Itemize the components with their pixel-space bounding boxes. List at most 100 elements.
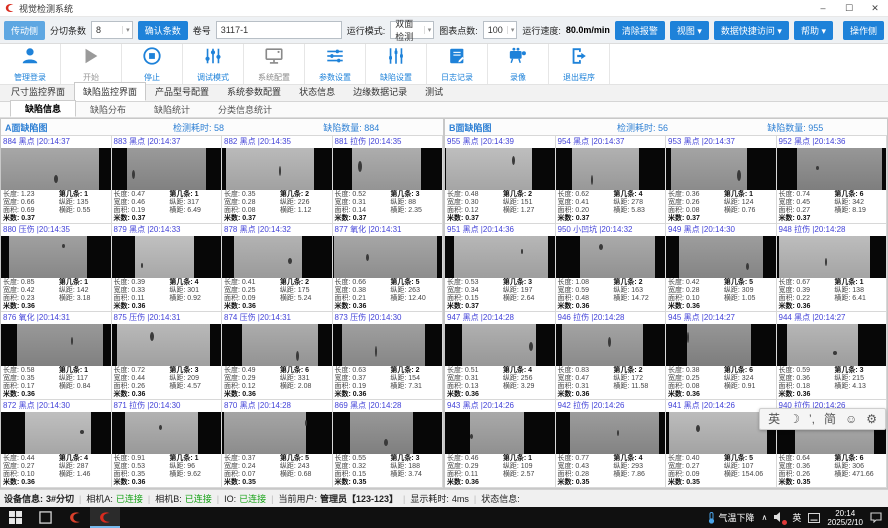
tab-main-6[interactable]: 边缘数据记录 xyxy=(344,82,416,101)
clear-alarm-button[interactable]: 清除报警 xyxy=(615,21,665,40)
operator-side-button[interactable]: 操作侧 xyxy=(843,21,884,40)
defect-image xyxy=(445,236,555,278)
run-mode-select[interactable]: 双面检测 ▾ xyxy=(390,21,434,39)
defect-cell[interactable]: 944 黑点 |20:14:27长度: 0.59宽度: 0.36面积: 0.18… xyxy=(777,312,888,400)
defect-cell[interactable]: 871 拉伤 |20:14:30长度: 0.91宽度: 0.53面积: 0.35… xyxy=(112,400,223,488)
defect-image xyxy=(222,148,332,190)
property-line: 宽度: 0.41 xyxy=(558,199,614,207)
exit-icon xyxy=(569,46,589,71)
ime-punctuation[interactable]: ’, xyxy=(809,410,815,428)
ime-settings-gear-icon[interactable]: ⚙ xyxy=(866,410,877,428)
property-line: 第几条: 1 xyxy=(59,367,111,375)
property-line: 长度: 0.37 xyxy=(224,455,280,463)
defect-cell[interactable]: 869 黑点 |20:14:28长度: 0.55宽度: 0.32面积: 0.15… xyxy=(333,400,444,488)
defect-cell[interactable]: 874 压伤 |20:14:31长度: 0.49宽度: 0.29面积: 0.12… xyxy=(222,312,333,400)
tab-main-4[interactable]: 系统参数配置 xyxy=(218,82,290,101)
keyboard-icon[interactable] xyxy=(808,513,820,523)
defect-cell[interactable]: 942 拉伤 |20:14:26长度: 0.77宽度: 0.43面积: 0.28… xyxy=(556,400,667,488)
slit-count-select[interactable]: 8 ▾ xyxy=(91,21,133,39)
defect-cell[interactable]: 949 黑点 |20:14:30长度: 0.42宽度: 0.28面积: 0.10… xyxy=(666,224,777,312)
defect-cell[interactable]: 884 黑点 |20:14:37长度: 1.23宽度: 0.66面积: 0.69… xyxy=(1,136,112,224)
defect-cell[interactable]: 879 黑点 |20:14:33长度: 0.39宽度: 0.33面积: 0.11… xyxy=(112,224,223,312)
tab-main-3[interactable]: 产品型号配置 xyxy=(146,82,218,101)
defect-cell[interactable]: 950 小凹坑 |20:14:32长度: 1.08宽度: 0.59面积: 0.4… xyxy=(556,224,667,312)
defect-properties: 长度: 0.46宽度: 0.29面积: 0.11米数: 0.36第几条: 1纵距… xyxy=(445,454,555,487)
ribbon-button-camera[interactable]: 录像 xyxy=(488,44,549,84)
defect-cell[interactable]: 872 黑点 |20:14:30长度: 0.44宽度: 0.27面积: 0.10… xyxy=(1,400,112,488)
property-line: 横距: 0.92 xyxy=(169,295,221,303)
defect-cell[interactable]: 875 压伤 |20:14:31长度: 0.72宽度: 0.44面积: 0.26… xyxy=(112,312,223,400)
ime-simplified-mode[interactable]: 简 xyxy=(824,410,836,428)
ribbon-button-exit[interactable]: 退出程序 xyxy=(549,44,610,84)
ribbon-button-stop[interactable]: 停止 xyxy=(122,44,183,84)
defect-cell[interactable]: 876 氧化 |20:14:31长度: 0.58宽度: 0.35面积: 0.17… xyxy=(1,312,112,400)
maximize-button[interactable]: ☐ xyxy=(836,1,862,16)
ime-emoji-icon[interactable]: ☺ xyxy=(845,410,857,428)
defect-cell[interactable]: 882 黑点 |20:14:35长度: 0.35宽度: 0.28面积: 0.08… xyxy=(222,136,333,224)
defect-cell[interactable]: 880 压伤 |20:14:35长度: 0.85宽度: 0.42面积: 0.23… xyxy=(1,224,112,312)
defect-cell[interactable]: 953 黑点 |20:14:37长度: 0.36宽度: 0.26面积: 0.08… xyxy=(666,136,777,224)
app-taskbar-button-1[interactable] xyxy=(60,507,90,528)
defect-cell[interactable]: 945 黑点 |20:14:27长度: 0.38宽度: 0.25面积: 0.08… xyxy=(666,312,777,400)
confirm-count-button[interactable]: 确认条数 xyxy=(138,21,188,40)
defect-cell[interactable]: 883 黑点 |20:14:37长度: 0.47宽度: 0.46面积: 0.19… xyxy=(112,136,223,224)
data-quick-access-button[interactable]: 数据快捷访问 ▾ xyxy=(714,21,789,40)
defect-cell[interactable]: 954 黑点 |20:14:37长度: 0.62宽度: 0.41面积: 0.20… xyxy=(556,136,667,224)
ribbon-button-log[interactable]: 日志记录 xyxy=(427,44,488,84)
ribbon-button-label: 缺陷设置 xyxy=(380,72,412,83)
notification-center-icon[interactable] xyxy=(870,512,882,523)
drive-side-button[interactable]: 传动侧 xyxy=(4,21,45,40)
minimize-button[interactable]: – xyxy=(810,1,836,16)
property-line: 面积: 0.07 xyxy=(224,471,280,479)
roll-number-input[interactable]: 3117-1 xyxy=(216,21,342,39)
tab-main-2[interactable]: 缺陷监控界面 xyxy=(74,82,146,101)
tab-sub-2[interactable]: 缺陷分布 xyxy=(76,102,140,117)
app-taskbar-button-2-active[interactable] xyxy=(90,507,120,528)
tab-sub-3[interactable]: 缺陷统计 xyxy=(140,102,204,117)
start-button[interactable] xyxy=(0,507,30,528)
defect-cell[interactable]: 878 黑点 |20:14:32长度: 0.41宽度: 0.25面积: 0.09… xyxy=(222,224,333,312)
defect-cell[interactable]: 946 拉伤 |20:14:28长度: 0.83宽度: 0.47面积: 0.31… xyxy=(556,312,667,400)
ribbon-button-slidersV[interactable]: 缺陷设置 xyxy=(366,44,427,84)
stop-icon xyxy=(142,46,162,71)
clock[interactable]: 20:14 2025/2/10 xyxy=(827,509,863,527)
chart-points-select[interactable]: 100 ▾ xyxy=(483,21,518,39)
defect-cell[interactable]: 947 黑点 |20:14:28长度: 0.51宽度: 0.31面积: 0.13… xyxy=(445,312,556,400)
ribbon-button-user[interactable]: 管理登录 xyxy=(0,44,61,84)
defect-cell[interactable]: 951 黑点 |20:14:36长度: 0.53宽度: 0.34面积: 0.15… xyxy=(445,224,556,312)
main-tab-bar: 尺寸监控界面缺陷监控界面产品型号配置系统参数配置状态信息边缘数据记录测试 xyxy=(0,85,888,102)
defect-cell[interactable]: 955 黑点 |20:14:39长度: 0.48宽度: 0.30面积: 0.12… xyxy=(445,136,556,224)
defect-cell[interactable]: 873 压伤 |20:14:30长度: 0.63宽度: 0.37面积: 0.19… xyxy=(333,312,444,400)
close-button[interactable]: ✕ xyxy=(862,1,888,16)
property-line: 纵距: 287 xyxy=(59,463,111,471)
ribbon-button-monitor[interactable]: 系统配置 xyxy=(244,44,305,84)
defect-cell[interactable]: 948 拉伤 |20:14:28长度: 0.67宽度: 0.39面积: 0.22… xyxy=(777,224,888,312)
task-view-button[interactable] xyxy=(30,507,60,528)
ime-language-indicator[interactable]: 英 xyxy=(792,511,801,524)
defect-cell[interactable]: 870 黑点 |20:14:28长度: 0.37宽度: 0.24面积: 0.07… xyxy=(222,400,333,488)
tab-main-5[interactable]: 状态信息 xyxy=(290,82,344,101)
defect-cell-title: 949 黑点 |20:14:30 xyxy=(666,224,776,236)
ime-moon-icon[interactable]: ☽ xyxy=(789,410,800,428)
ribbon-button-slidersH[interactable]: 参数设置 xyxy=(305,44,366,84)
ribbon-button-play[interactable]: 开始 xyxy=(61,44,122,84)
property-line: 面积: 0.21 xyxy=(335,295,391,303)
defect-cell[interactable]: 881 拉伤 |20:14:35长度: 0.52宽度: 0.31面积: 0.14… xyxy=(333,136,444,224)
defect-cell[interactable]: 952 黑点 |20:14:36长度: 0.74宽度: 0.45面积: 0.27… xyxy=(777,136,888,224)
property-line: 第几条: 6 xyxy=(834,191,886,199)
defect-cell-title: 881 拉伤 |20:14:35 xyxy=(333,136,443,148)
tray-expand-chevron[interactable]: ∧ xyxy=(762,513,768,522)
view-menu-button[interactable]: 视图 ▾ xyxy=(670,21,709,40)
defect-cell[interactable]: 877 氧化 |20:14:31长度: 0.66宽度: 0.38面积: 0.21… xyxy=(333,224,444,312)
property-line: 横距: 8.19 xyxy=(834,207,886,215)
ime-english-mode[interactable]: 英 xyxy=(768,410,780,428)
ribbon-button-tune[interactable]: 调试模式 xyxy=(183,44,244,84)
property-line: 长度: 0.49 xyxy=(224,367,280,375)
defect-cell[interactable]: 943 黑点 |20:14:26长度: 0.46宽度: 0.29面积: 0.11… xyxy=(445,400,556,488)
tab-sub-4[interactable]: 分类信息统计 xyxy=(204,102,286,117)
tab-main-7[interactable]: 测试 xyxy=(416,82,452,101)
tab-main-1[interactable]: 尺寸监控界面 xyxy=(2,82,74,101)
weather-widget[interactable]: 气温下降 xyxy=(707,511,755,524)
tab-sub-1[interactable]: 缺陷信息 xyxy=(10,100,76,117)
help-menu-button[interactable]: 帮助 ▾ xyxy=(794,21,833,40)
